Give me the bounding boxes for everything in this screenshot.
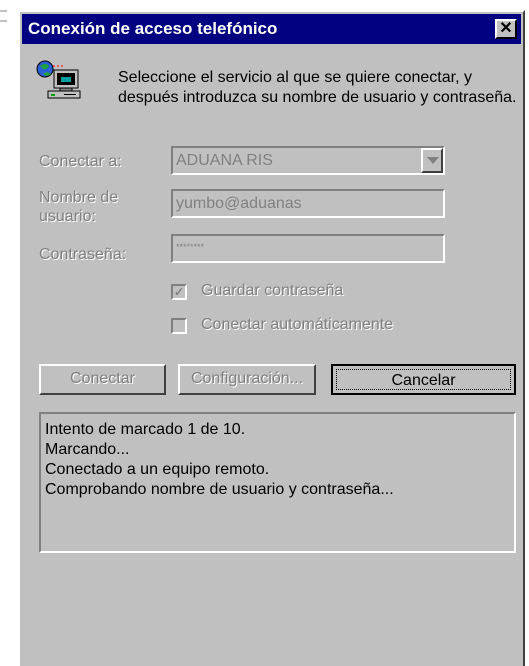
- window-title: Conexión de acceso telefónico: [28, 19, 278, 38]
- chevron-down-icon[interactable]: [421, 148, 443, 173]
- status-line: Marcando...: [45, 441, 130, 458]
- connect-to-value: ADUANA RIS: [176, 152, 273, 169]
- save-password-label: Guardar contraseña: [201, 282, 344, 299]
- window-edge-mark: [0, 10, 7, 22]
- password-field[interactable]: ********: [171, 234, 445, 263]
- auto-connect-checkmark[interactable]: [171, 318, 187, 334]
- connect-to-label: Conectar a:: [39, 153, 122, 170]
- status-line: Comprobando nombre de usuario y contrase…: [45, 481, 394, 498]
- auto-connect-label: Conectar automáticamente: [201, 316, 394, 333]
- cancel-button[interactable]: Cancelar: [331, 364, 516, 395]
- close-button[interactable]: ✕: [495, 19, 517, 39]
- dialup-computer-icon: [34, 58, 82, 106]
- settings-button[interactable]: Configuración...: [178, 364, 316, 395]
- title-bar[interactable]: Conexión de acceso telefónico ✕: [22, 14, 521, 44]
- status-line: Conectado a un equipo remoto.: [45, 461, 270, 478]
- connect-button[interactable]: Conectar: [39, 364, 166, 395]
- save-password-checkmark[interactable]: ✓: [171, 284, 187, 300]
- dialup-connection-dialog: Conexión de acceso telefónico ✕ Seleccio…: [18, 10, 525, 666]
- connect-to-select[interactable]: ADUANA RIS: [171, 146, 445, 175]
- cancel-button-label: Cancelar: [336, 369, 511, 390]
- username-field[interactable]: yumbo@aduanas: [171, 189, 445, 218]
- username-label: Nombre de usuario:: [39, 189, 119, 225]
- status-log: Intento de marcado 1 de 10. Marcando... …: [39, 412, 516, 553]
- status-line: Intento de marcado 1 de 10.: [45, 421, 246, 438]
- password-label: Contraseña:: [39, 246, 127, 263]
- intro-text: Seleccione el servicio al que se quiere …: [118, 69, 517, 106]
- close-icon: ✕: [499, 20, 513, 37]
